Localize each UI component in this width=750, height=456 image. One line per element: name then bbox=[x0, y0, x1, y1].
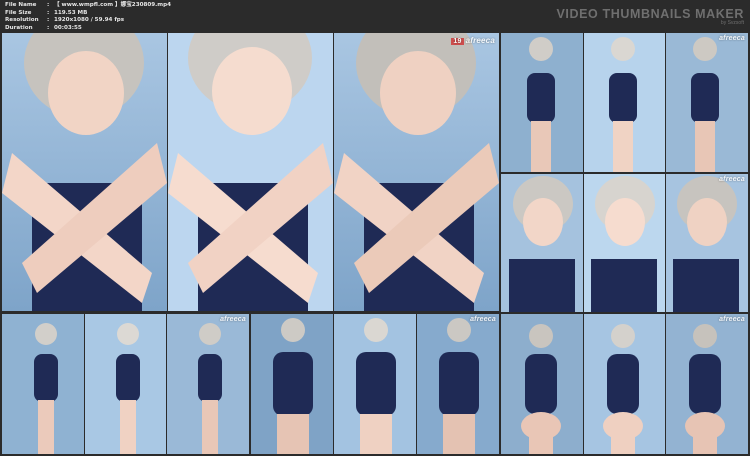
file-size-row: File Size:119.53 MB bbox=[5, 10, 171, 18]
thumbnail-5[interactable]: afreeca bbox=[251, 314, 499, 454]
info-header: File Name: 【 www.wmpfl.com 】娜宝230809.mp4 … bbox=[0, 0, 750, 33]
thumbnail-3[interactable]: afreeca bbox=[501, 174, 748, 312]
watermark-text: afreeca bbox=[470, 316, 496, 323]
thumbnail-4-image bbox=[2, 314, 249, 454]
thumbnail-1[interactable]: 19 afreeca bbox=[2, 33, 499, 311]
watermark: afreeca bbox=[719, 316, 745, 323]
watermark-text: afreeca bbox=[719, 316, 745, 323]
watermark-text: afreeca bbox=[719, 176, 745, 183]
watermark: afreeca bbox=[220, 316, 246, 323]
thumbnail-1-image bbox=[2, 33, 499, 311]
separator: : bbox=[47, 24, 50, 31]
watermark-text: afreeca bbox=[719, 35, 745, 42]
file-size-label: File Size bbox=[5, 9, 32, 16]
watermark: afreeca bbox=[719, 35, 745, 42]
thumbnail-5-image bbox=[251, 314, 499, 454]
watermark: afreeca bbox=[719, 176, 745, 183]
thumbnail-6[interactable]: afreeca bbox=[501, 314, 748, 454]
watermark: 19 afreeca bbox=[451, 36, 495, 45]
file-name-value: 【 www.wmpfl.com 】娜宝230809.mp4 bbox=[54, 2, 172, 8]
duration-row: Duration:00:03:55 bbox=[5, 25, 171, 33]
watermark-text: afreeca bbox=[465, 36, 495, 45]
thumbnail-2[interactable]: afreeca bbox=[501, 33, 748, 172]
brand-title: VIDEO THUMBNAILS MAKER bbox=[556, 7, 744, 21]
thumbnail-2-image bbox=[501, 33, 748, 172]
watermark-text: afreeca bbox=[220, 316, 246, 323]
resolution-row: Resolution:1920x1080 / 59.94 fps bbox=[5, 17, 171, 25]
separator: : bbox=[47, 2, 50, 8]
thumbnail-6-image bbox=[501, 314, 748, 454]
separator: : bbox=[47, 17, 50, 24]
thumbnail-3-image bbox=[501, 174, 748, 312]
thumbnail-4[interactable]: afreeca bbox=[2, 314, 249, 454]
duration-label: Duration bbox=[5, 24, 33, 31]
file-size-value: 119.53 MB bbox=[54, 9, 88, 16]
brand-logo: VIDEO THUMBNAILS MAKER by Svzsoft bbox=[556, 7, 744, 26]
resolution-label: Resolution bbox=[5, 17, 39, 24]
duration-value: 00:03:55 bbox=[54, 24, 82, 31]
age-badge: 19 bbox=[451, 38, 464, 45]
resolution-value: 1920x1080 / 59.94 fps bbox=[54, 17, 125, 24]
watermark: afreeca bbox=[470, 316, 496, 323]
file-name-label: File Name bbox=[5, 2, 37, 8]
separator: : bbox=[47, 9, 50, 16]
file-name-row: File Name: 【 www.wmpfl.com 】娜宝230809.mp4 bbox=[5, 2, 171, 10]
file-info: File Name: 【 www.wmpfl.com 】娜宝230809.mp4 … bbox=[5, 2, 171, 32]
